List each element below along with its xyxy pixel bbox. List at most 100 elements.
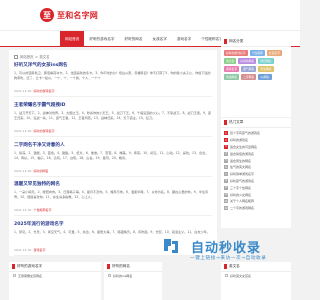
bottom-section-left: 好听的游戏名字 王者荣耀女孩网名 <box>9 262 101 300</box>
hot-article-title: 三个字个性网名 <box>230 185 252 190</box>
rank-badge: 8 <box>224 178 228 183</box>
breadcrumb: 网站首页 > 英文名 <box>14 54 50 59</box>
hot-article-title: 好听霸气的游戏名 <box>230 178 255 183</box>
hot-article-item[interactable]: 7 好听简单游戏名字 <box>224 171 288 178</box>
sidebar-tags-heading: 网名分类 <box>221 37 291 47</box>
nav-item[interactable]: 好听的网名 <box>120 31 148 47</box>
rank-badge: 4 <box>224 151 228 156</box>
divider <box>14 175 212 177</box>
article-category[interactable]: 个性昵称名字 <box>33 208 51 212</box>
article-title[interactable]: 好听又洋气的女孩ins网名 <box>14 62 212 68</box>
sidebar-hot-title: 热门文章 <box>229 120 244 124</box>
sidebar-tag[interactable]: 个性昵称 <box>249 50 265 56</box>
article-title[interactable]: 王者荣耀名字霸气超拽ID <box>14 102 212 108</box>
hot-article-item[interactable]: 1 四个字有霸气的游戏名 <box>224 130 288 137</box>
article-category[interactable]: 好听的游戏名字 <box>33 129 54 133</box>
divider <box>14 135 212 137</box>
article-category[interactable]: 好听的网名 <box>33 169 48 173</box>
article-meta: 2021-11-30 好听的游戏名字 <box>14 129 212 133</box>
rank-badge: 11 <box>224 199 228 204</box>
article-excerpt: 1、情深。2、温暖。3、蓝色。4、甜甜。5、纸片。6、谁谁。7、苍苍。8、唯美。… <box>14 150 209 160</box>
hot-article-item[interactable]: 6 仙气的英文网名 <box>224 164 288 171</box>
rank-badge: 6 <box>224 165 228 170</box>
site-logo[interactable]: 至 至和名字网 <box>40 6 98 24</box>
rank-badge: 9 <box>224 185 228 190</box>
hot-article-title: 二个字的游戏网名 <box>230 206 255 211</box>
article-date: 2021-11-30 <box>14 88 32 93</box>
article-meta: 2021-11-30 好听的游戏名字 <box>14 89 212 93</box>
sidebar-tag[interactable]: 伤感网名 <box>224 74 240 80</box>
breadcrumb-separator: > <box>35 54 38 59</box>
bottom-mid-title: 好听的网名 <box>112 264 130 268</box>
breadcrumb-current[interactable]: 英文名 <box>39 54 49 59</box>
hot-article-item[interactable]: 2 好听的游戏名 <box>224 137 288 144</box>
rank-badge: 7 <box>224 172 228 177</box>
article-date: 2021-11-30 <box>14 168 32 173</box>
logo-text: 至和名字网 <box>57 9 98 20</box>
nav-item[interactable]: 好听的游戏名字 <box>84 31 119 47</box>
nav-item[interactable]: 游戏名字 <box>172 31 196 47</box>
article-excerpt: 1、一朵小晴天。2、暖阳向你。3、日落橘子海。4、星月不及你。5、晚风与你。6、… <box>14 189 209 199</box>
rank-badge: 1 <box>224 131 228 136</box>
hot-article-item[interactable]: 11 关于个人网名昵称 <box>224 198 288 205</box>
hot-article-item[interactable]: 4 适合情侣的游戏名 <box>224 150 288 157</box>
article-category[interactable]: 游戏名字 <box>33 248 45 252</box>
watermark-title: 自动秒收录 <box>191 241 262 256</box>
sidebar-tag[interactable]: 游戏名字 <box>224 66 240 72</box>
nav-item[interactable]: 女孩名字 <box>148 31 172 47</box>
breadcrumb-home[interactable]: 网站首页 <box>20 54 34 59</box>
article-title[interactable]: 温暖又罕见独特的网名 <box>14 181 212 187</box>
hot-article-title: 好听的少女网名 <box>230 192 252 197</box>
article-meta: 2021-11-30 好听的网名 <box>14 169 212 173</box>
sidebar-tag[interactable]: 霸气网名 <box>241 66 257 72</box>
bottom-right-item[interactable]: 好听英文女孩名 <box>221 272 291 279</box>
article-title[interactable]: 二字网名干净又诗意的人 <box>14 142 212 148</box>
rank-badge: 5 <box>224 158 228 163</box>
sidebar-tag[interactable]: 情侣网名 <box>258 58 274 64</box>
hot-article-title: 适合情侣的游戏名 <box>230 151 255 156</box>
sidebar-tag[interactable]: 二字网名 <box>241 74 257 80</box>
hot-article-title: 适合男生的网名 <box>230 158 252 163</box>
rank-badge: 3 <box>224 144 228 149</box>
hot-article-title: 关于个人网名昵称 <box>230 199 255 204</box>
logo-mark: 至 <box>40 8 54 22</box>
article-date: 2021-11-30 <box>14 207 32 212</box>
sidebar-tags-box: 网名分类 好听的游戏名字 个性昵称 女孩名字英文名 好听的网名 情侣网名游戏名字 霸气网名… <box>221 37 291 117</box>
hot-article-item[interactable]: 12 二个字的游戏网名 <box>224 205 288 212</box>
hot-article-title: 好听的游戏名 <box>230 138 249 143</box>
home-icon <box>14 54 18 59</box>
hot-article-item[interactable]: 5 适合男生的网名 <box>224 157 288 164</box>
article-title[interactable]: 2025年流行的游戏名字 <box>14 221 212 227</box>
sidebar-tag[interactable]: 女孩名字 <box>266 50 282 56</box>
rank-badge: 12 <box>224 206 228 211</box>
rank-badge: 10 <box>224 192 228 197</box>
article-date: 2021-11-30 <box>14 128 32 133</box>
article-item: 王者荣耀名字霸气超拽ID 1、战刀开天下。2、战神对世界。3、大国之王。4、秒杀你… <box>14 102 212 137</box>
bottom-section-mid: 好听的网名 好听的ins网名 <box>104 262 162 300</box>
sidebar-hot-heading: 热门文章 <box>221 118 291 128</box>
bottom-left-item[interactable]: 王者荣耀女孩网名 <box>9 272 101 279</box>
hot-article-item[interactable]: 10 好听的少女网名 <box>224 191 288 198</box>
sidebar-tag[interactable]: 好听的游戏名字 <box>224 50 248 56</box>
article-item: 好听又洋气的女孩ins网名 1、可以的亚麻色卫，那话嘛真冰卡。2、也因喜欢的冬卡。… <box>14 62 212 97</box>
article-list-panel: 网站首页 > 英文名 好听又洋气的女孩ins网名 1、可以的亚麻色卫，那话嘛真冰卡… <box>9 50 217 256</box>
sidebar-hot-box: 热门文章 1 四个字有霸气的游戏名 2 好听的游戏名 3 适合女生的可爱网名 4 适合情侣的游… <box>221 118 291 228</box>
article-excerpt: 1、战刀开天下。2、战神对世界。3、大国之王。4、秒杀你的小天王。5、战刀下王。… <box>14 110 212 120</box>
bottom-left-title: 好听的游戏名字 <box>17 264 43 268</box>
nav-item[interactable]: 网站首页 <box>60 31 85 47</box>
hot-article-item[interactable]: 8 好听霸气的游戏名 <box>224 178 288 185</box>
hot-article-item[interactable]: 9 三个字个性网名 <box>224 184 288 191</box>
article-meta: 2021-11-30 个性昵称名字 <box>14 208 212 212</box>
watermark: 自动秒收录 一键上链接→来访一次→自动收录 <box>161 232 281 272</box>
hot-article-item[interactable]: 3 适合女生的可爱网名 <box>224 144 288 151</box>
article-category[interactable]: 好听的游戏名字 <box>33 89 54 93</box>
doc-icon <box>108 274 111 277</box>
sidebar-tag[interactable]: 英文名 <box>224 58 237 64</box>
hot-article-title: 四个字有霸气的游戏名 <box>230 131 261 136</box>
sidebar-tag[interactable]: 男生网名 <box>258 66 274 72</box>
rank-badge: 2 <box>224 138 228 143</box>
sidebar-tag[interactable]: qq网名 <box>258 74 272 80</box>
sidebar-tag[interactable]: 好听的网名 <box>238 58 257 64</box>
bottom-mid-item[interactable]: 好听的ins网名 <box>104 272 162 279</box>
article-item: 温暖又罕见独特的网名 1、一朵小晴天。2、暖阳向你。3、日落橘子海。4、星月不及你… <box>14 181 212 216</box>
